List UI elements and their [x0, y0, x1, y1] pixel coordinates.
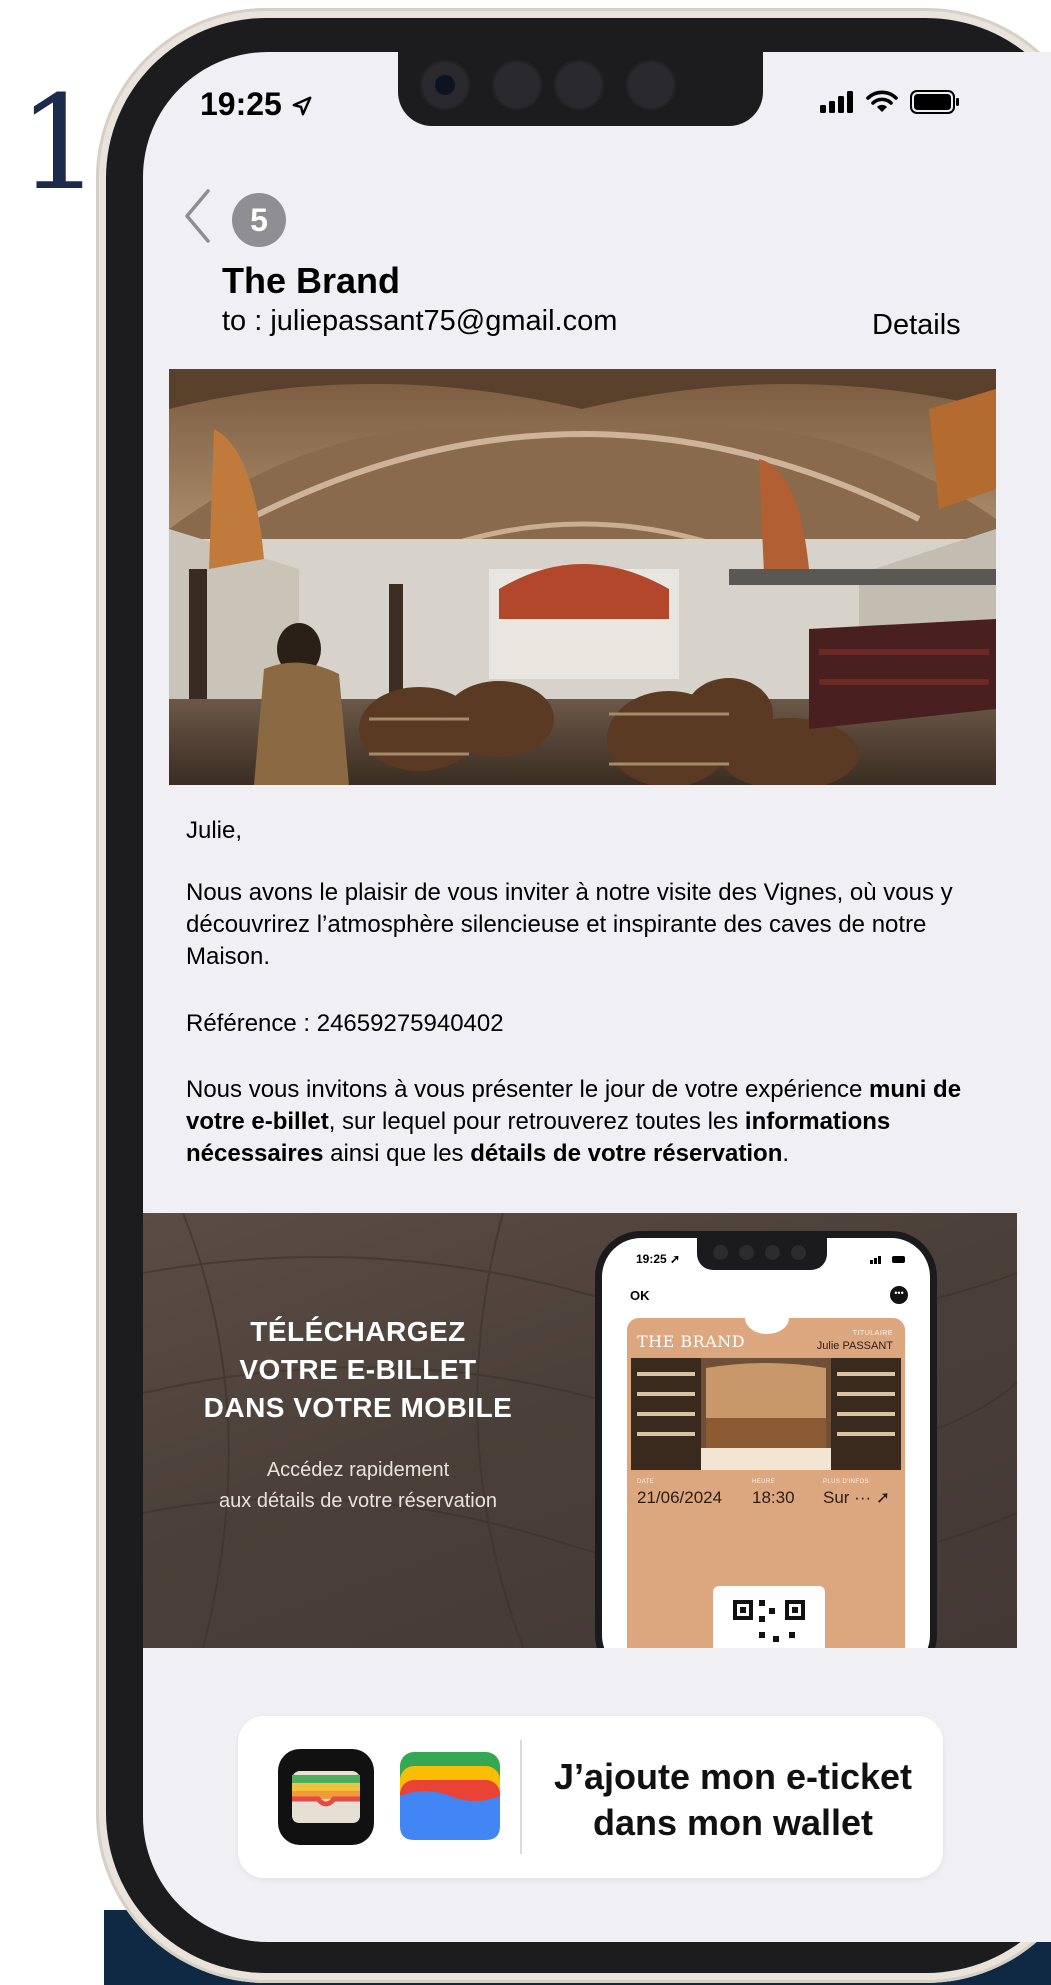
- time-label: HEURE: [752, 1479, 776, 1485]
- battery-icon: [910, 90, 959, 114]
- qr-code-icon: [713, 1586, 825, 1648]
- ticket-date: 21/06/2024: [637, 1488, 723, 1507]
- mini-status-icons: [870, 1256, 905, 1264]
- apple-wallet-icon: [278, 1749, 374, 1845]
- unread-count-badge[interactable]: 5: [232, 193, 286, 247]
- sender-name: The Brand: [222, 260, 401, 301]
- signal-bars-icon: [820, 91, 853, 113]
- more-info-value: Sur ··· ➚: [823, 1488, 891, 1507]
- ticket-bar-photo: [631, 1358, 901, 1470]
- recipient-address: to : juliepassant75@gmail.com: [222, 305, 618, 337]
- banner-subtitle: Accédez rapidement aux détails de votre …: [219, 1459, 497, 1512]
- ticket-ok-button: OK: [630, 1288, 650, 1303]
- wine-cellar-photo: [169, 369, 996, 785]
- holder-name: Julie PASSANT: [816, 1340, 893, 1352]
- sensor-icon: [492, 60, 542, 110]
- sensor-icon: [626, 60, 676, 110]
- banner-title: TÉLÉCHARGEZ VOTRE E-BILLET DANS VOTRE MO…: [203, 1316, 513, 1423]
- location-arrow-icon: [292, 96, 312, 116]
- holder-label: TITULAIRE: [852, 1330, 893, 1337]
- phone-notch: [398, 52, 763, 126]
- status-bar-time: 19:25: [200, 86, 313, 123]
- ticket-preview-phone: 19:25 ➚ OK ••• THE BRAND TITULAIRE Julie…: [595, 1231, 937, 1648]
- wallet-divider: [520, 1740, 522, 1854]
- step-number: 1: [18, 67, 101, 219]
- google-wallet-icon: [400, 1752, 500, 1840]
- details-link[interactable]: Details: [872, 309, 961, 342]
- more-info-label: PLUS D'INFOS: [823, 1479, 869, 1485]
- ticket-brand: THE BRAND: [637, 1332, 746, 1351]
- wallet-cta-label: J’ajoute mon e-ticket dans mon wallet: [553, 1756, 913, 1843]
- more-options-icon: •••: [890, 1286, 908, 1304]
- sensor-icon: [554, 60, 604, 110]
- ticket-cutout: [745, 1302, 789, 1334]
- download-ticket-banner[interactable]: TÉLÉCHARGEZ VOTRE E-BILLET DANS VOTRE MO…: [143, 1213, 1017, 1648]
- ticket-time: 18:30: [752, 1488, 795, 1507]
- front-camera-icon: [420, 60, 470, 110]
- greeting: Julie,: [186, 817, 243, 844]
- mini-status-time: 19:25 ➚: [636, 1252, 681, 1266]
- invitation-paragraph: Nous avons le plaisir de vous inviter à …: [186, 879, 953, 970]
- back-chevron-icon[interactable]: [182, 188, 212, 244]
- date-label: DATE: [637, 1479, 655, 1485]
- wifi-icon: [866, 90, 898, 112]
- mini-phone-notch: [697, 1238, 827, 1270]
- add-to-wallet-button[interactable]: J’ajoute mon e-ticket dans mon wallet: [238, 1716, 943, 1878]
- status-bar-icons: [820, 90, 960, 114]
- e-ticket-pass: THE BRAND TITULAIRE Julie PASSANT DATE 2…: [627, 1302, 905, 1648]
- instructions-paragraph: Nous vous invitons à vous présenter le j…: [186, 1076, 962, 1167]
- reservation-reference: Référence : 24659275940402: [186, 1010, 504, 1037]
